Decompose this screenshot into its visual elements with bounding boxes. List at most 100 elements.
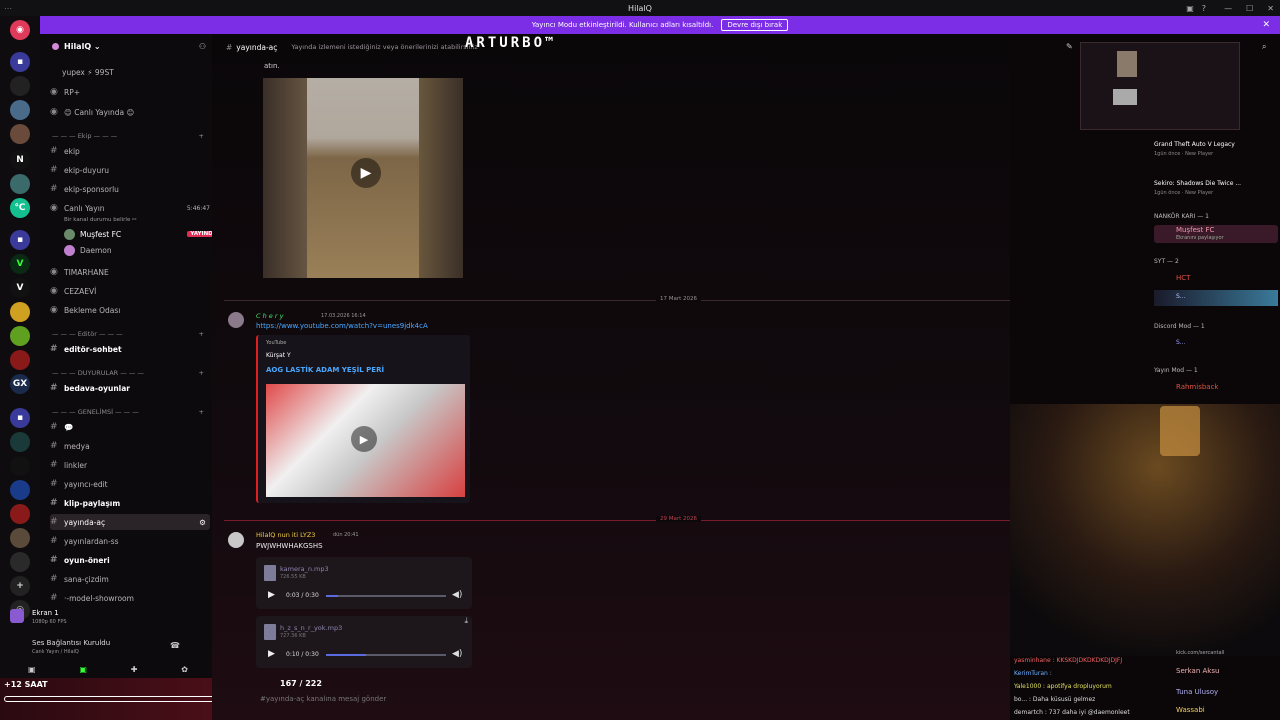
channel-item-ekip-sponsorlu[interactable]: # ekip-sponsorlu [50, 181, 210, 197]
embed-author[interactable]: Kürşat Y [266, 352, 291, 359]
add-channel-icon[interactable]: + [199, 132, 204, 140]
server-header[interactable]: HilalQ ⌄ ⚇ [40, 34, 212, 58]
menu-dots-icon[interactable]: ⋯ [4, 4, 12, 13]
server-icon[interactable] [10, 456, 30, 476]
help-icon[interactable]: ? [1202, 4, 1206, 13]
server-icon[interactable] [10, 302, 30, 322]
volume-icon[interactable]: ◀) [452, 649, 462, 659]
play-button[interactable]: ▶ [268, 649, 275, 659]
server-icon[interactable]: ▪ [10, 52, 30, 72]
channel-user-row[interactable]: yupex ⚡ 99ST [62, 64, 222, 80]
file-name[interactable]: kamera_n.mp3 [280, 565, 329, 573]
server-icon[interactable] [10, 124, 30, 144]
disable-streamer-mode-button[interactable]: Devre dışı bırak [721, 19, 789, 31]
server-icon[interactable]: ▪ [10, 408, 30, 428]
voice-user-daemon[interactable]: Daemon [64, 242, 224, 258]
settings-icon[interactable]: ⚙ [199, 518, 206, 527]
soundboard-icon[interactable]: ✿ [181, 665, 188, 674]
member-row[interactable]: S... [1154, 290, 1278, 306]
channel-item-yayinci-edit[interactable]: # yayıncı-edit [50, 476, 210, 492]
member-name[interactable]: HCT [1176, 274, 1190, 282]
member-name[interactable]: Wassabi [1176, 706, 1205, 714]
server-icon[interactable]: GX [10, 374, 30, 394]
message-link[interactable]: https://www.youtube.com/watch?v=unes9jdk… [256, 322, 428, 330]
server-icon[interactable] [10, 432, 30, 452]
activity-icon[interactable]: ✚ [131, 665, 138, 674]
server-icon[interactable]: V [10, 254, 30, 274]
server-icon[interactable] [10, 326, 30, 346]
channel-item-rp[interactable]: ◉ RP+ [50, 84, 210, 100]
server-icon[interactable] [10, 76, 30, 96]
add-channel-icon[interactable]: + [199, 330, 204, 338]
activity-game[interactable]: Grand Theft Auto V Legacy [1154, 141, 1235, 148]
add-channel-icon[interactable]: + [199, 369, 204, 377]
category-genelimsi[interactable]: — — — GENELİMSİ — — — + [52, 408, 204, 416]
video-thumbnail[interactable]: ▶ [266, 384, 465, 497]
video-attachment[interactable]: ▶ [263, 78, 463, 278]
channel-item-klip-paylasim[interactable]: # klip-paylaşım [50, 495, 210, 511]
share-screen-icon[interactable]: ▣ [79, 665, 87, 674]
server-icon[interactable] [10, 100, 30, 120]
channel-item-sana-cizdim[interactable]: # sana-çizdim [50, 571, 210, 587]
home-icon[interactable]: ◉ [10, 20, 30, 40]
disconnect-icon[interactable]: ☎ [170, 641, 180, 650]
add-user-icon[interactable]: ⚇ [199, 42, 206, 51]
channel-item-editor-sohbet[interactable]: # editör-sohbet [50, 341, 210, 357]
channel-item-yayinda-ac[interactable]: # yayında-aç ⚙ [50, 514, 210, 530]
volume-icon[interactable]: ◀) [452, 590, 462, 600]
camera-icon[interactable]: ▣ [28, 665, 36, 674]
message-input[interactable]: #yayında-aç kanalına mesaj gönder [260, 695, 386, 703]
pin-icon[interactable]: ✎ [1066, 42, 1073, 51]
activity-game[interactable]: Sekiro: Shadows Die Twice ... [1154, 180, 1241, 187]
maximize-button[interactable]: ☐ [1246, 4, 1253, 13]
close-banner-icon[interactable]: ✕ [1262, 20, 1270, 30]
server-icon[interactable]: ▪ [10, 230, 30, 250]
channel-item-ekip[interactable]: # ekip [50, 143, 210, 159]
stream-preview[interactable] [1080, 42, 1240, 130]
audio-progress[interactable] [326, 595, 446, 597]
channel-item-timarhane[interactable]: ◉ TIMARHANE [50, 264, 210, 280]
channel-item-chat[interactable]: # 💬 [50, 419, 210, 435]
server-icon[interactable]: V [10, 278, 30, 298]
embed-title[interactable]: AOG LASTİK ADAM YEŞİL PERİ [266, 366, 384, 374]
member-row[interactable]: Muşfest FC Ekranını paylaşıyor [1154, 225, 1278, 243]
channel-item-cezaevi[interactable]: ◉ CEZAEVİ [50, 283, 210, 299]
search-icon[interactable]: ⌕ [1262, 42, 1266, 52]
member-name[interactable]: Rahmisback [1176, 383, 1218, 391]
avatar[interactable] [228, 532, 244, 548]
message-author[interactable]: C h e r y [256, 312, 283, 320]
category-editor[interactable]: — — — Editör — — — + [52, 330, 204, 338]
audio-progress[interactable] [326, 654, 446, 656]
category-ekip[interactable]: — — — Ekip — — — + [52, 132, 204, 140]
channel-item-model-showroom[interactable]: # ·-model-showroom [50, 590, 210, 606]
minimize-button[interactable]: — [1224, 4, 1232, 13]
channel-item-bekleme[interactable]: ◉ Bekleme Odası [50, 302, 210, 318]
channel-item-yayinlardan-ss[interactable]: # yayınlardan-ss [50, 533, 210, 549]
voice-user-musfest[interactable]: Muşfest FC YAYINDA [64, 226, 224, 242]
server-icon[interactable]: ℃ [10, 198, 30, 218]
file-name[interactable]: h_z_s_n_r_yok.mp3 [280, 624, 342, 632]
member-name[interactable]: Tuna Ulusoy [1176, 688, 1218, 696]
play-icon[interactable]: ▶ [351, 426, 377, 452]
channel-item-oyun-oneri[interactable]: # oyun-öneri [50, 552, 210, 568]
server-icon[interactable] [10, 528, 30, 548]
download-icon[interactable]: ⤓ [464, 616, 468, 626]
category-duyurular[interactable]: — — — DUYURULAR — — — + [52, 369, 204, 377]
server-icon[interactable]: N [10, 150, 30, 170]
server-icon[interactable] [10, 174, 30, 194]
play-icon[interactable]: ▶ [351, 158, 381, 188]
add-server-icon[interactable]: + [10, 576, 30, 596]
member-name[interactable]: S... [1176, 339, 1186, 346]
inbox-icon[interactable]: ▣ [1186, 4, 1194, 13]
message-author[interactable]: HilalQ nun iti LYZ3 [256, 531, 315, 539]
channel-item-medya[interactable]: # medya [50, 438, 210, 454]
member-name[interactable]: Serkan Aksu [1176, 667, 1219, 675]
add-channel-icon[interactable]: + [199, 408, 204, 416]
server-icon[interactable] [10, 504, 30, 524]
channel-item-linkler[interactable]: # linkler [50, 457, 210, 473]
server-icon[interactable] [10, 552, 30, 572]
play-button[interactable]: ▶ [268, 590, 275, 600]
channel-item-bedava-oyunlar[interactable]: # bedava-oyunlar [50, 380, 210, 396]
avatar[interactable] [228, 312, 244, 328]
server-icon[interactable] [10, 350, 30, 370]
